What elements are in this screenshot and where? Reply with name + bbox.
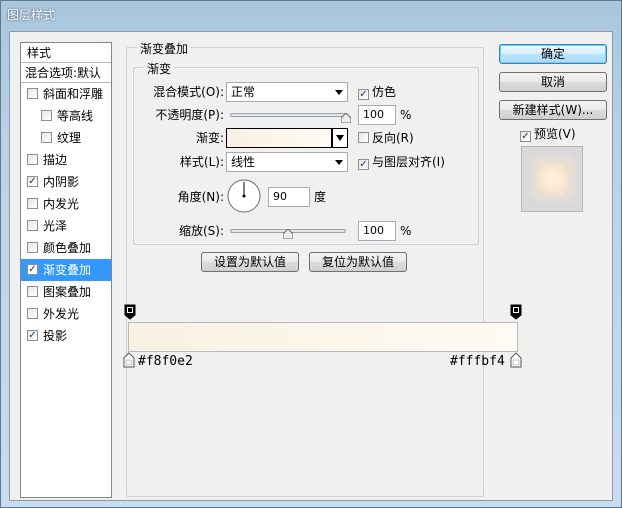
angle-dial[interactable]: [226, 178, 262, 214]
align-with-layer-checkbox[interactable]: ✓ 与图层对齐(I): [358, 154, 445, 170]
layer-style-dialog: 图层样式 样式 混合选项:默认 斜面和浮雕等高线纹理描边 ✓ 内阴影内发光光泽颜色叠…: [0, 0, 622, 508]
style-list-panel: 样式 混合选项:默认 斜面和浮雕等高线纹理描边 ✓ 内阴影内发光光泽颜色叠加 ✓ 渐变叠…: [20, 42, 112, 498]
window-title: 图层样式: [7, 8, 56, 22]
blending-options-item[interactable]: 混合选项:默认: [21, 63, 111, 83]
style-item[interactable]: 斜面和浮雕: [21, 83, 111, 105]
checkbox-icon[interactable]: [27, 242, 38, 253]
reset-default-button[interactable]: 复位为默认值: [309, 252, 407, 272]
dither-checkbox[interactable]: ✓ 仿色: [358, 84, 396, 100]
style-item-label: 渐变叠加: [43, 263, 92, 277]
style-item-label: 颜色叠加: [43, 241, 92, 255]
style-item-label: 内发光: [43, 197, 80, 211]
chevron-down-icon: [336, 135, 344, 141]
scale-slider-thumb[interactable]: [283, 229, 293, 239]
chevron-down-icon: [335, 160, 343, 165]
checkbox-icon[interactable]: ✓: [27, 330, 38, 341]
scale-unit: %: [400, 224, 412, 238]
gradient-style-select[interactable]: 线性: [226, 152, 348, 172]
style-item-label: 斜面和浮雕: [43, 87, 104, 101]
blend-mode-select[interactable]: 正常: [226, 82, 348, 102]
angle-input[interactable]: 90: [268, 187, 310, 207]
checkbox-icon[interactable]: ✓: [27, 176, 38, 187]
checkbox-icon[interactable]: [27, 88, 38, 99]
style-item-label: 描边: [43, 153, 68, 167]
left-color-stop-icon[interactable]: [123, 352, 135, 368]
styles-header[interactable]: 样式: [21, 43, 111, 63]
right-color-label: #fffbf4: [450, 354, 505, 369]
style-item-label: 外发光: [43, 307, 80, 321]
preview-thumbnail: [521, 146, 583, 212]
style-item[interactable]: 外发光: [21, 303, 111, 325]
gradient-overlay-legend: 渐变叠加: [137, 40, 192, 57]
opacity-input[interactable]: 100: [358, 105, 396, 125]
dither-label: 仿色: [372, 85, 397, 99]
style-label: 样式(L):: [179, 155, 224, 169]
checkbox-icon[interactable]: [27, 154, 38, 165]
style-item[interactable]: 等高线: [21, 105, 111, 127]
checkbox-icon[interactable]: [27, 198, 38, 209]
checkbox-icon[interactable]: [27, 308, 38, 319]
align-check-icon: ✓: [358, 159, 369, 170]
gradient-picker-swatch[interactable]: [226, 128, 332, 148]
blend-mode-label: 混合模式(O):: [153, 85, 224, 99]
gradient-bar[interactable]: [128, 322, 518, 352]
right-opacity-stop-icon[interactable]: [510, 304, 522, 320]
gradient-overlay-group: 渐变叠加 渐变 混合模式(O): 正常 ✓ 仿色 不透明度(P): 100 % …: [126, 40, 484, 497]
style-item[interactable]: 光泽: [21, 215, 111, 237]
gradient-dropdown-button[interactable]: [332, 128, 348, 148]
reverse-check-icon: [358, 132, 369, 143]
gradient-style-value: 线性: [231, 155, 256, 169]
gradient-subgroup: 渐变 混合模式(O): 正常 ✓ 仿色 不透明度(P): 100 % 渐变: 反…: [133, 60, 479, 245]
title-bar[interactable]: 图层样式: [1, 1, 621, 29]
opacity-slider-thumb[interactable]: [341, 113, 351, 123]
angle-label: 角度(N):: [177, 190, 224, 204]
preview-checkbox[interactable]: ✓ 预览(V): [520, 126, 576, 142]
style-item-label: 等高线: [57, 109, 94, 123]
checkbox-icon[interactable]: ✓: [27, 264, 38, 275]
checkbox-icon[interactable]: [41, 110, 52, 121]
style-item-label: 纹理: [57, 131, 82, 145]
dither-check-icon: ✓: [358, 89, 369, 100]
style-item[interactable]: ✓ 投影: [21, 325, 111, 347]
style-item[interactable]: 颜色叠加: [21, 237, 111, 259]
new-style-button[interactable]: 新建样式(W)...: [499, 100, 607, 120]
style-item[interactable]: 内发光: [21, 193, 111, 215]
left-opacity-stop-icon[interactable]: [124, 304, 136, 320]
opacity-slider[interactable]: [230, 113, 346, 117]
angle-unit: 度: [314, 190, 327, 204]
reverse-label: 反向(R): [372, 131, 414, 145]
reverse-checkbox[interactable]: 反向(R): [358, 130, 414, 146]
gradient-label: 渐变:: [195, 131, 224, 145]
style-items: 斜面和浮雕等高线纹理描边 ✓ 内阴影内发光光泽颜色叠加 ✓ 渐变叠加图案叠加外发光 ✓ 投影: [21, 83, 111, 347]
scale-label: 缩放(S):: [178, 224, 224, 238]
chevron-down-icon: [335, 90, 343, 95]
ok-button[interactable]: 确定: [499, 44, 607, 64]
style-item-label: 投影: [43, 329, 68, 343]
style-item-label: 图案叠加: [43, 285, 92, 299]
preview-label: 预览(V): [534, 127, 576, 141]
right-color-stop-icon[interactable]: [510, 352, 522, 368]
align-label: 与图层对齐(I): [372, 155, 445, 169]
preview-check-icon: ✓: [520, 131, 531, 142]
checkbox-icon[interactable]: [27, 286, 38, 297]
checkbox-icon[interactable]: [27, 220, 38, 231]
opacity-label: 不透明度(P):: [155, 108, 224, 122]
cancel-button[interactable]: 取消: [499, 72, 607, 92]
make-default-button[interactable]: 设置为默认值: [201, 252, 299, 272]
dialog-client: 样式 混合选项:默认 斜面和浮雕 等高线 纹理 描边 ✓ 内阴影 内发光 光泽 颜色叠加 ✓ 渐变叠…: [9, 31, 613, 501]
style-item[interactable]: ✓ 渐变叠加: [21, 259, 111, 281]
style-item-label: 内阴影: [43, 175, 80, 189]
left-color-label: #f8f0e2: [138, 354, 193, 369]
preview-swatch: [537, 163, 569, 195]
style-item[interactable]: 描边: [21, 149, 111, 171]
style-item[interactable]: ✓ 内阴影: [21, 171, 111, 193]
gradient-subgroup-legend: 渐变: [144, 60, 175, 77]
opacity-unit: %: [400, 108, 412, 122]
scale-input[interactable]: 100: [358, 221, 396, 241]
blend-mode-value: 正常: [231, 85, 256, 99]
checkbox-icon[interactable]: [41, 132, 52, 143]
style-item[interactable]: 纹理: [21, 127, 111, 149]
style-item-label: 光泽: [43, 219, 68, 233]
style-item[interactable]: 图案叠加: [21, 281, 111, 303]
